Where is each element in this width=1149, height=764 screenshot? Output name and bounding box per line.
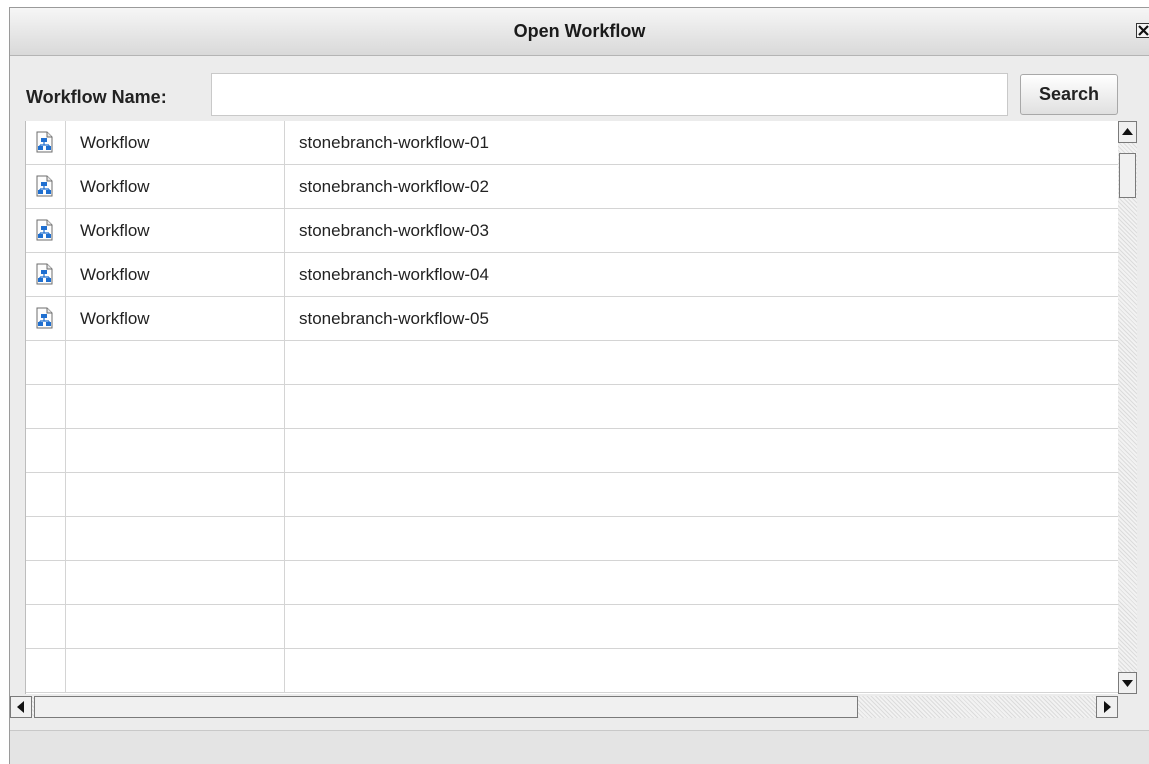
arrow-down-icon[interactable]: [1118, 672, 1137, 694]
type-cell: [66, 649, 285, 693]
table-row[interactable]: Workflow stonebranch-workflow-04: [26, 253, 1120, 297]
table-row[interactable]: Workflow stonebranch-workflow-05: [26, 297, 1120, 341]
workflow-type-text: Workflow: [80, 177, 150, 196]
arrow-left-icon[interactable]: [10, 696, 32, 718]
icon-cell: [26, 297, 66, 341]
icon-cell: [26, 649, 66, 693]
workflow-type-text: Workflow: [80, 309, 150, 328]
icon-cell: [26, 121, 66, 165]
icon-cell: [26, 165, 66, 209]
workflow-document-icon: [35, 175, 55, 197]
empty-table-row: [26, 649, 1120, 693]
type-cell: [66, 385, 285, 429]
type-cell: [66, 605, 285, 649]
icon-cell: [26, 605, 66, 649]
type-cell: Workflow: [66, 165, 285, 209]
type-cell: Workflow: [66, 253, 285, 297]
icon-cell: [26, 473, 66, 517]
empty-table-row: [26, 341, 1120, 385]
icon-cell: [26, 253, 66, 297]
name-cell: stonebranch-workflow-02: [285, 165, 1120, 209]
type-cell: Workflow: [66, 121, 285, 165]
table-row[interactable]: Workflow stonebranch-workflow-01: [26, 121, 1120, 165]
empty-table-row: [26, 473, 1120, 517]
close-icon[interactable]: [1136, 23, 1149, 38]
workflow-name-input[interactable]: [211, 73, 1008, 116]
arrow-up-icon[interactable]: [1118, 121, 1137, 143]
search-row: Workflow Name: Search: [10, 56, 1149, 126]
workflow-document-icon: [35, 307, 55, 329]
name-cell: [285, 517, 1120, 561]
open-workflow-dialog: Open Workflow Workflow Name: Search Work…: [9, 7, 1149, 764]
icon-cell: [26, 385, 66, 429]
dialog-title: Open Workflow: [513, 21, 646, 41]
workflow-name-text: stonebranch-workflow-05: [299, 309, 489, 328]
type-cell: [66, 429, 285, 473]
workflow-type-text: Workflow: [80, 265, 150, 284]
horizontal-scroll-thumb[interactable]: [34, 696, 858, 718]
workflow-name-text: stonebranch-workflow-01: [299, 133, 489, 152]
status-bar: [10, 730, 1149, 764]
name-cell: [285, 385, 1120, 429]
icon-cell: [26, 341, 66, 385]
workflow-document-icon: [35, 263, 55, 285]
workflow-document-icon: [35, 219, 55, 241]
name-cell: [285, 649, 1120, 693]
type-cell: [66, 517, 285, 561]
workflow-type-text: Workflow: [80, 221, 150, 240]
icon-cell: [26, 209, 66, 253]
vertical-scrollbar[interactable]: [1118, 121, 1137, 694]
type-cell: [66, 561, 285, 605]
title-bar[interactable]: Open Workflow: [10, 8, 1149, 56]
type-cell: Workflow: [66, 209, 285, 253]
workflow-results-table: Workflow stonebranch-workflow-01 Workflow s…: [25, 121, 1120, 694]
name-cell: [285, 561, 1120, 605]
name-cell: [285, 429, 1120, 473]
workflow-name-label: Workflow Name:: [26, 87, 167, 107]
workflow-type-text: Workflow: [80, 133, 150, 152]
type-cell: Workflow: [66, 297, 285, 341]
search-button[interactable]: Search: [1020, 74, 1118, 115]
workflow-name-text: stonebranch-workflow-02: [299, 177, 489, 196]
empty-table-row: [26, 429, 1120, 473]
icon-cell: [26, 429, 66, 473]
workflow-document-icon: [35, 131, 55, 153]
icon-cell: [26, 517, 66, 561]
empty-table-row: [26, 385, 1120, 429]
table-row[interactable]: Workflow stonebranch-workflow-02: [26, 165, 1120, 209]
name-cell: stonebranch-workflow-04: [285, 253, 1120, 297]
type-cell: [66, 473, 285, 517]
icon-cell: [26, 561, 66, 605]
workflow-name-text: stonebranch-workflow-03: [299, 221, 489, 240]
name-cell: stonebranch-workflow-01: [285, 121, 1120, 165]
empty-table-row: [26, 517, 1120, 561]
name-cell: stonebranch-workflow-03: [285, 209, 1120, 253]
arrow-right-icon[interactable]: [1096, 696, 1118, 718]
empty-table-row: [26, 561, 1120, 605]
type-cell: [66, 341, 285, 385]
vertical-scroll-thumb[interactable]: [1119, 153, 1136, 198]
empty-table-row: [26, 605, 1120, 649]
name-cell: [285, 605, 1120, 649]
horizontal-scrollbar[interactable]: [10, 696, 1118, 718]
name-cell: stonebranch-workflow-05: [285, 297, 1120, 341]
workflow-name-text: stonebranch-workflow-04: [299, 265, 489, 284]
name-cell: [285, 473, 1120, 517]
table-row[interactable]: Workflow stonebranch-workflow-03: [26, 209, 1120, 253]
name-cell: [285, 341, 1120, 385]
